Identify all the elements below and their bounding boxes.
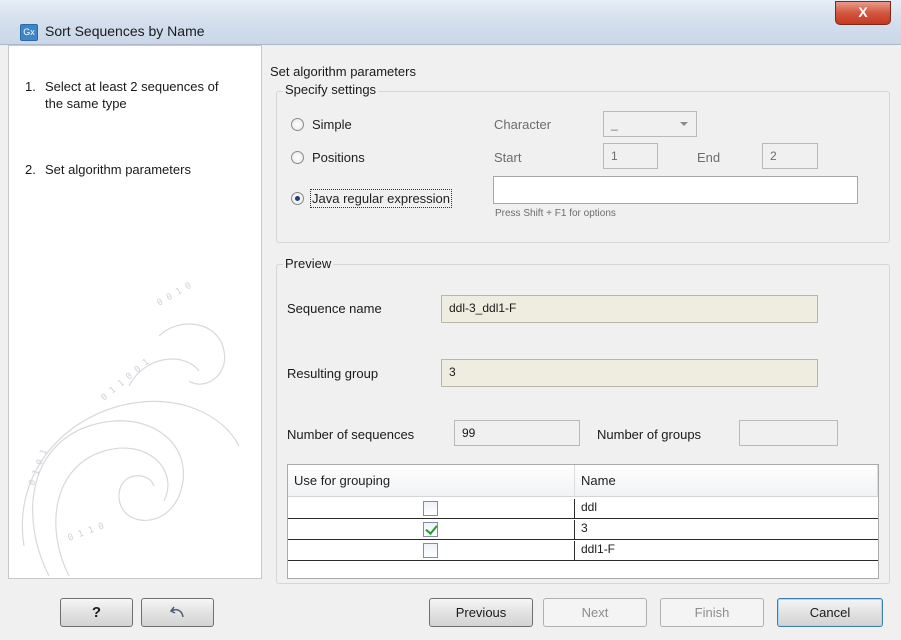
row-name: ddl1-F: [581, 542, 616, 556]
help-button[interactable]: ?: [60, 598, 133, 627]
finish-button[interactable]: Finish: [660, 598, 764, 627]
window-title: Sort Sequences by Name: [45, 23, 205, 39]
close-button[interactable]: X: [835, 1, 891, 25]
end-input[interactable]: 2: [762, 143, 818, 169]
radio-java-regex[interactable]: Java regular expression: [291, 189, 453, 208]
svg-text:0 0 1 0: 0 0 1 0: [156, 281, 194, 309]
table-row[interactable]: ddl1-F: [288, 541, 878, 561]
chevron-down-icon: [680, 122, 688, 126]
grouping-table: Use for grouping Name ddl 3 ddl1-F: [287, 464, 879, 579]
use-for-grouping-checkbox[interactable]: [423, 522, 438, 537]
reset-button[interactable]: [141, 598, 214, 627]
table-row[interactable]: 3: [288, 520, 878, 540]
title-bar[interactable]: Gx Sort Sequences by Name X: [0, 0, 901, 45]
step-label: Set algorithm parameters: [45, 162, 191, 177]
row-name: ddl: [581, 500, 598, 514]
resulting-group-field: 3: [441, 359, 818, 387]
step-number: 1.: [25, 79, 36, 94]
app-icon: Gx: [20, 24, 38, 41]
start-input[interactable]: 1: [603, 143, 658, 169]
start-label: Start: [494, 150, 522, 165]
table-row[interactable]: ddl: [288, 499, 878, 519]
wizard-step-1: 1. Select at least 2 sequences of the sa…: [25, 78, 255, 112]
radio-label: Simple: [312, 117, 352, 132]
radio-button[interactable]: [291, 151, 304, 164]
step-number: 2.: [25, 162, 36, 177]
undo-arrow-icon: [169, 606, 184, 618]
sequence-name-label: Sequence name: [287, 301, 382, 316]
character-dropdown[interactable]: _: [603, 111, 697, 137]
character-label: Character: [494, 117, 552, 132]
regex-hint: Press Shift + F1 for options: [495, 208, 616, 219]
num-sequences-label: Number of sequences: [287, 427, 415, 442]
use-for-grouping-cell: [288, 520, 575, 539]
character-value: _: [611, 117, 618, 131]
radio-positions[interactable]: Positions: [291, 150, 365, 165]
use-for-grouping-checkbox[interactable]: [423, 543, 438, 558]
row-name: 3: [581, 521, 588, 535]
radio-label: Positions: [312, 150, 365, 165]
num-groups-field: [739, 420, 838, 446]
sequence-name-field: ddl-3_ddl1-F: [441, 295, 818, 323]
use-for-grouping-checkbox[interactable]: [423, 501, 438, 516]
radio-simple[interactable]: Simple: [291, 117, 352, 132]
dialog-window: Gx Sort Sequences by Name X 1. Select at…: [0, 0, 901, 640]
radio-button[interactable]: [291, 192, 304, 205]
help-icon: ?: [91, 604, 102, 621]
num-groups-label: Number of groups: [597, 427, 702, 442]
use-for-grouping-cell: [288, 499, 575, 518]
preview-group-title: Preview: [283, 256, 334, 271]
decorative-swirl-logo: 0 0 1 0 0 1 1 0 0 1 0 1 0 1 0 1 1 0: [21, 281, 240, 577]
radio-label: Java regular expression: [309, 189, 453, 208]
wizard-steps-panel: 1. Select at least 2 sequences of the sa…: [8, 45, 262, 579]
resulting-group-label: Resulting group: [287, 366, 379, 381]
svg-text:0 1 1 0: 0 1 1 0: [67, 521, 106, 543]
regex-input[interactable]: [493, 176, 858, 204]
use-for-grouping-cell: [288, 541, 575, 560]
cancel-button[interactable]: Cancel: [777, 598, 883, 627]
column-header-name[interactable]: Name: [575, 465, 878, 497]
wizard-step-2: 2. Set algorithm parameters: [25, 161, 255, 178]
column-header-use-for-grouping[interactable]: Use for grouping: [288, 465, 575, 497]
radio-button[interactable]: [291, 118, 304, 131]
step-label: Select at least 2 sequences of the same …: [45, 79, 219, 111]
end-label: End: [697, 150, 721, 165]
num-sequences-field: 99: [454, 420, 580, 446]
svg-text:0 1 0 1: 0 1 0 1: [27, 448, 49, 487]
settings-group-title: Specify settings: [283, 82, 379, 97]
svg-text:0 1 1 0 0 1: 0 1 1 0 0 1: [100, 357, 152, 403]
page-heading: Set algorithm parameters: [270, 64, 416, 79]
next-button[interactable]: Next: [543, 598, 647, 627]
previous-button[interactable]: Previous: [429, 598, 533, 627]
